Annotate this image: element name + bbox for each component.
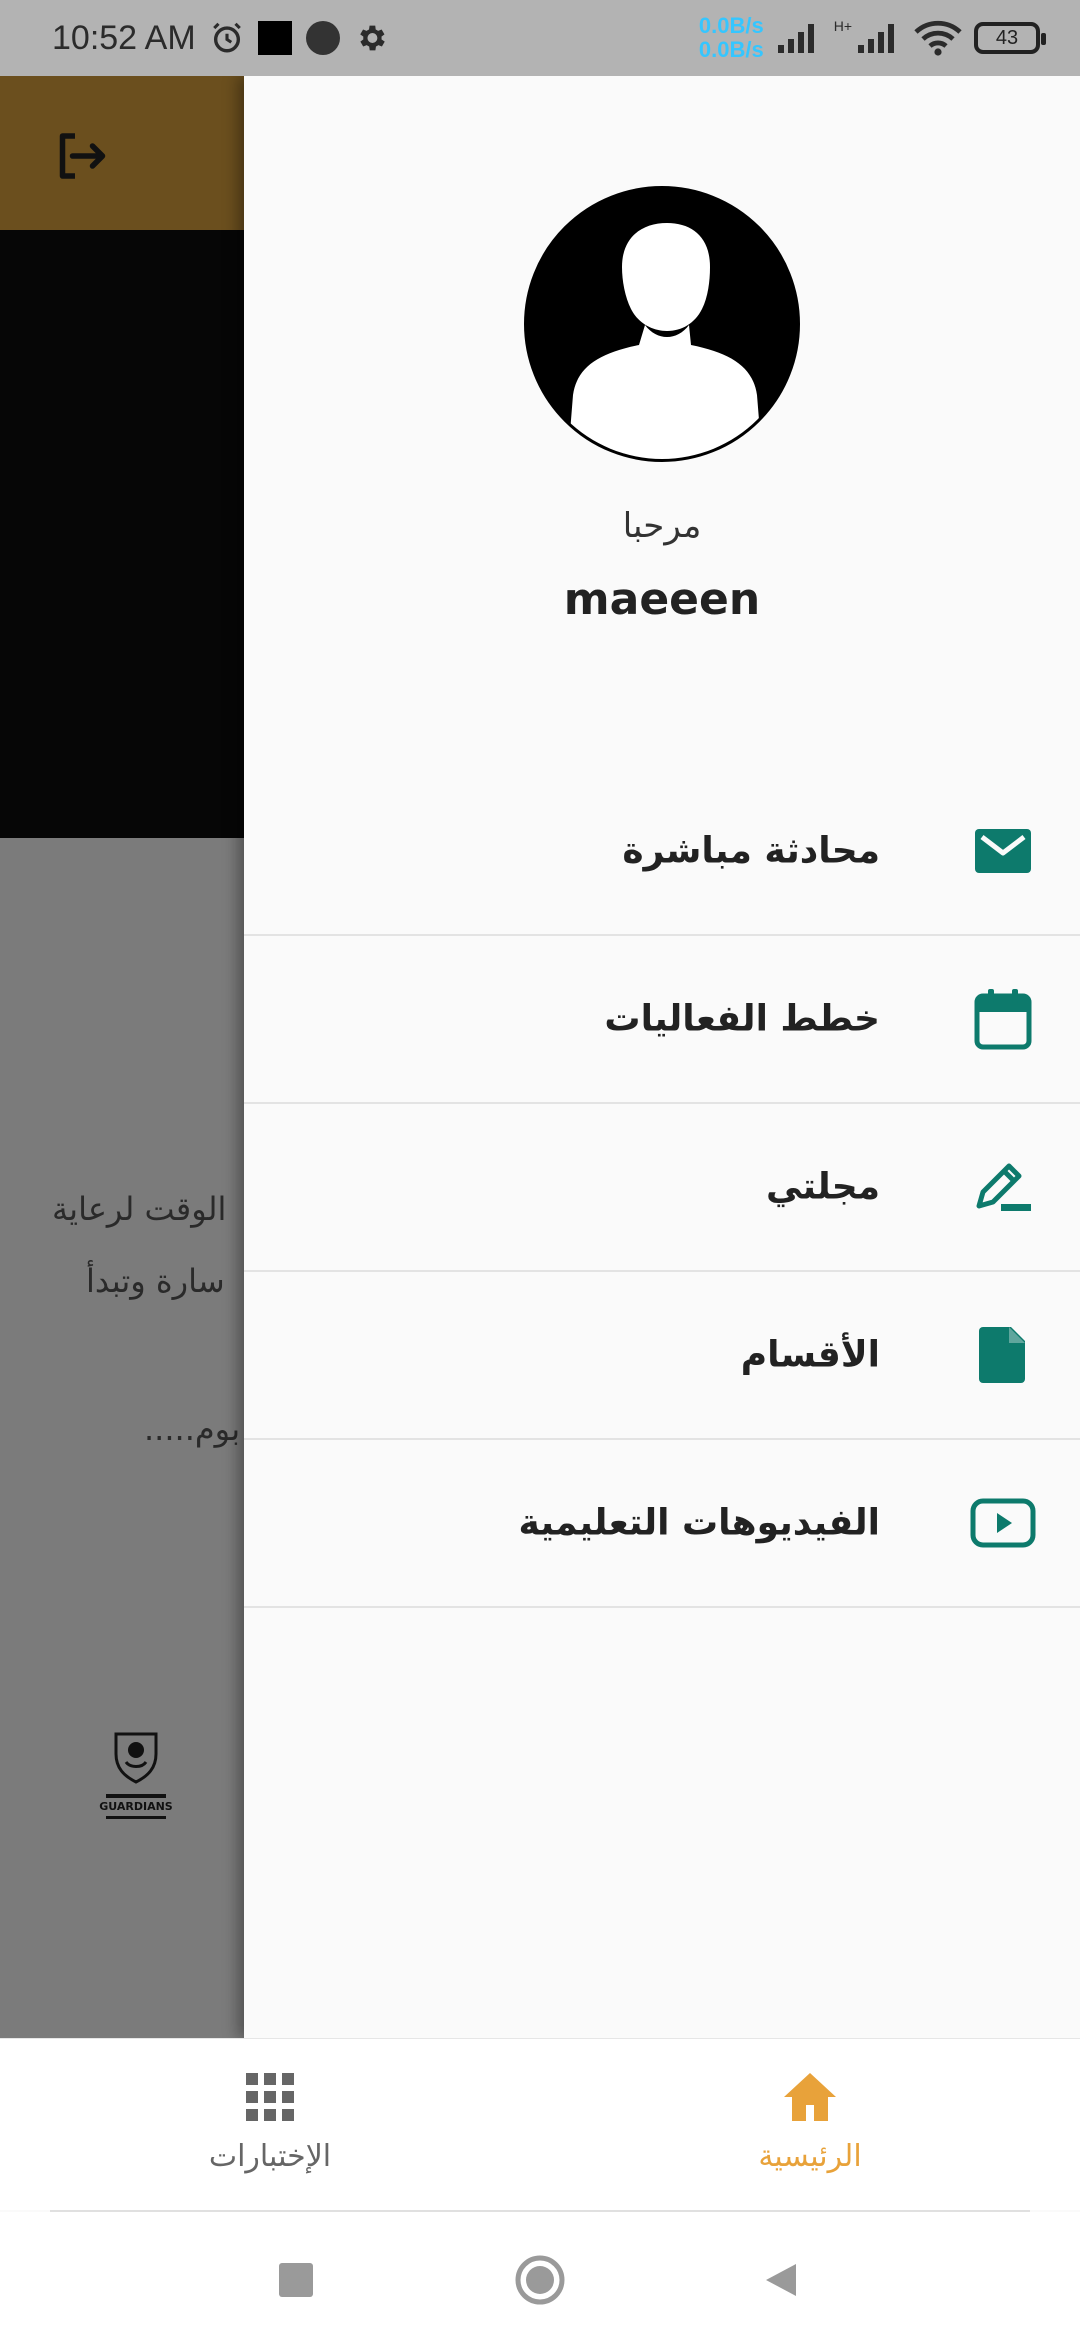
notification-dot-icon (305, 21, 340, 55)
back-button[interactable] (750, 2250, 810, 2310)
menu-item-live-chat[interactable]: محادثة مباشرة (244, 768, 1080, 936)
menu-item-my-magazine[interactable]: مجلتي (244, 1104, 1080, 1272)
menu-item-label: خطط الفعاليات (604, 998, 880, 1040)
username: maeeen (563, 574, 761, 625)
video-play-icon (970, 1490, 1036, 1556)
signal-icon (777, 24, 814, 53)
menu-item-educational-videos[interactable]: الفيديوهات التعليمية (244, 1440, 1080, 1608)
content-paragraph-line-1: الوقت لرعاية (52, 1190, 227, 1228)
banner-image (0, 230, 244, 838)
app-header-background (0, 76, 244, 230)
circle-icon (515, 2255, 565, 2305)
drawer-menu: محادثة مباشرة خطط الفعاليات مجلتي الأقسا… (244, 768, 1080, 1608)
settings-icon (359, 25, 385, 51)
battery-indicator: 43 (974, 22, 1046, 54)
net-down-speed: 0.0B/s (698, 37, 764, 62)
menu-item-label: الفيديوهات التعليمية (518, 1502, 880, 1544)
tab-tests-label: الإختبارات (208, 2139, 332, 2174)
calendar-icon (970, 986, 1036, 1052)
menu-item-label: الأقسام (740, 1334, 880, 1376)
navigation-drawer: مرحبا maeeen محادثة مباشرة خطط الفعاليات… (244, 76, 1080, 2038)
pencil-icon (970, 1154, 1036, 1220)
back-triangle-icon (766, 2264, 796, 2296)
network-speed: 0.0B/s 0.0B/s (699, 14, 764, 62)
status-bar: 10:52 AM 0.0B/s 0.0B/s H+ 43 (0, 0, 1080, 76)
avatar[interactable] (524, 186, 800, 462)
battery-level: 43 (995, 26, 1019, 49)
status-time: 10:52 AM (52, 18, 196, 57)
wifi-icon (914, 20, 962, 56)
net-up-speed: 0.0B/s (698, 13, 764, 38)
document-icon (970, 1322, 1036, 1388)
tab-home-label: الرئيسية (758, 2139, 862, 2174)
user-silhouette-icon (569, 223, 761, 459)
menu-item-label: مجلتي (765, 1166, 880, 1208)
menu-item-label: محادثة مباشرة (622, 830, 880, 872)
status-bar-right: 0.0B/s 0.0B/s H+ 43 (699, 14, 1046, 62)
mail-icon (970, 818, 1036, 884)
home-button[interactable] (510, 2250, 570, 2310)
guardians-logo: GUARDIANS (99, 1732, 173, 1819)
content-paragraph-line-3: بوم..... (144, 1410, 241, 1448)
menu-item-sections[interactable]: الأقسام (244, 1272, 1080, 1440)
logout-icon[interactable] (50, 126, 110, 186)
system-navigation-bar (0, 2212, 1080, 2340)
bottom-navigation: الإختبارات الرئيسية (0, 2038, 1080, 2210)
status-bar-left: 10:52 AM (52, 19, 388, 58)
notification-square-icon (257, 21, 292, 55)
svg-text:GUARDIANS: GUARDIANS (99, 1800, 173, 1813)
tab-tests[interactable]: الإختبارات (120, 2039, 420, 2211)
network-type: H+ (833, 18, 852, 34)
content-paragraph-line-2: سارة وتبدأ (86, 1262, 225, 1300)
menu-item-event-plans[interactable]: خطط الفعاليات (244, 936, 1080, 1104)
alarm-icon (212, 22, 241, 53)
home-icon (784, 2073, 836, 2121)
recents-button[interactable] (266, 2250, 326, 2310)
greeting-text: مرحبا (622, 506, 702, 546)
square-icon (279, 2263, 313, 2297)
grid-icon (246, 2073, 294, 2121)
signal-icon-2 (858, 24, 894, 53)
tab-home[interactable]: الرئيسية (660, 2039, 960, 2211)
